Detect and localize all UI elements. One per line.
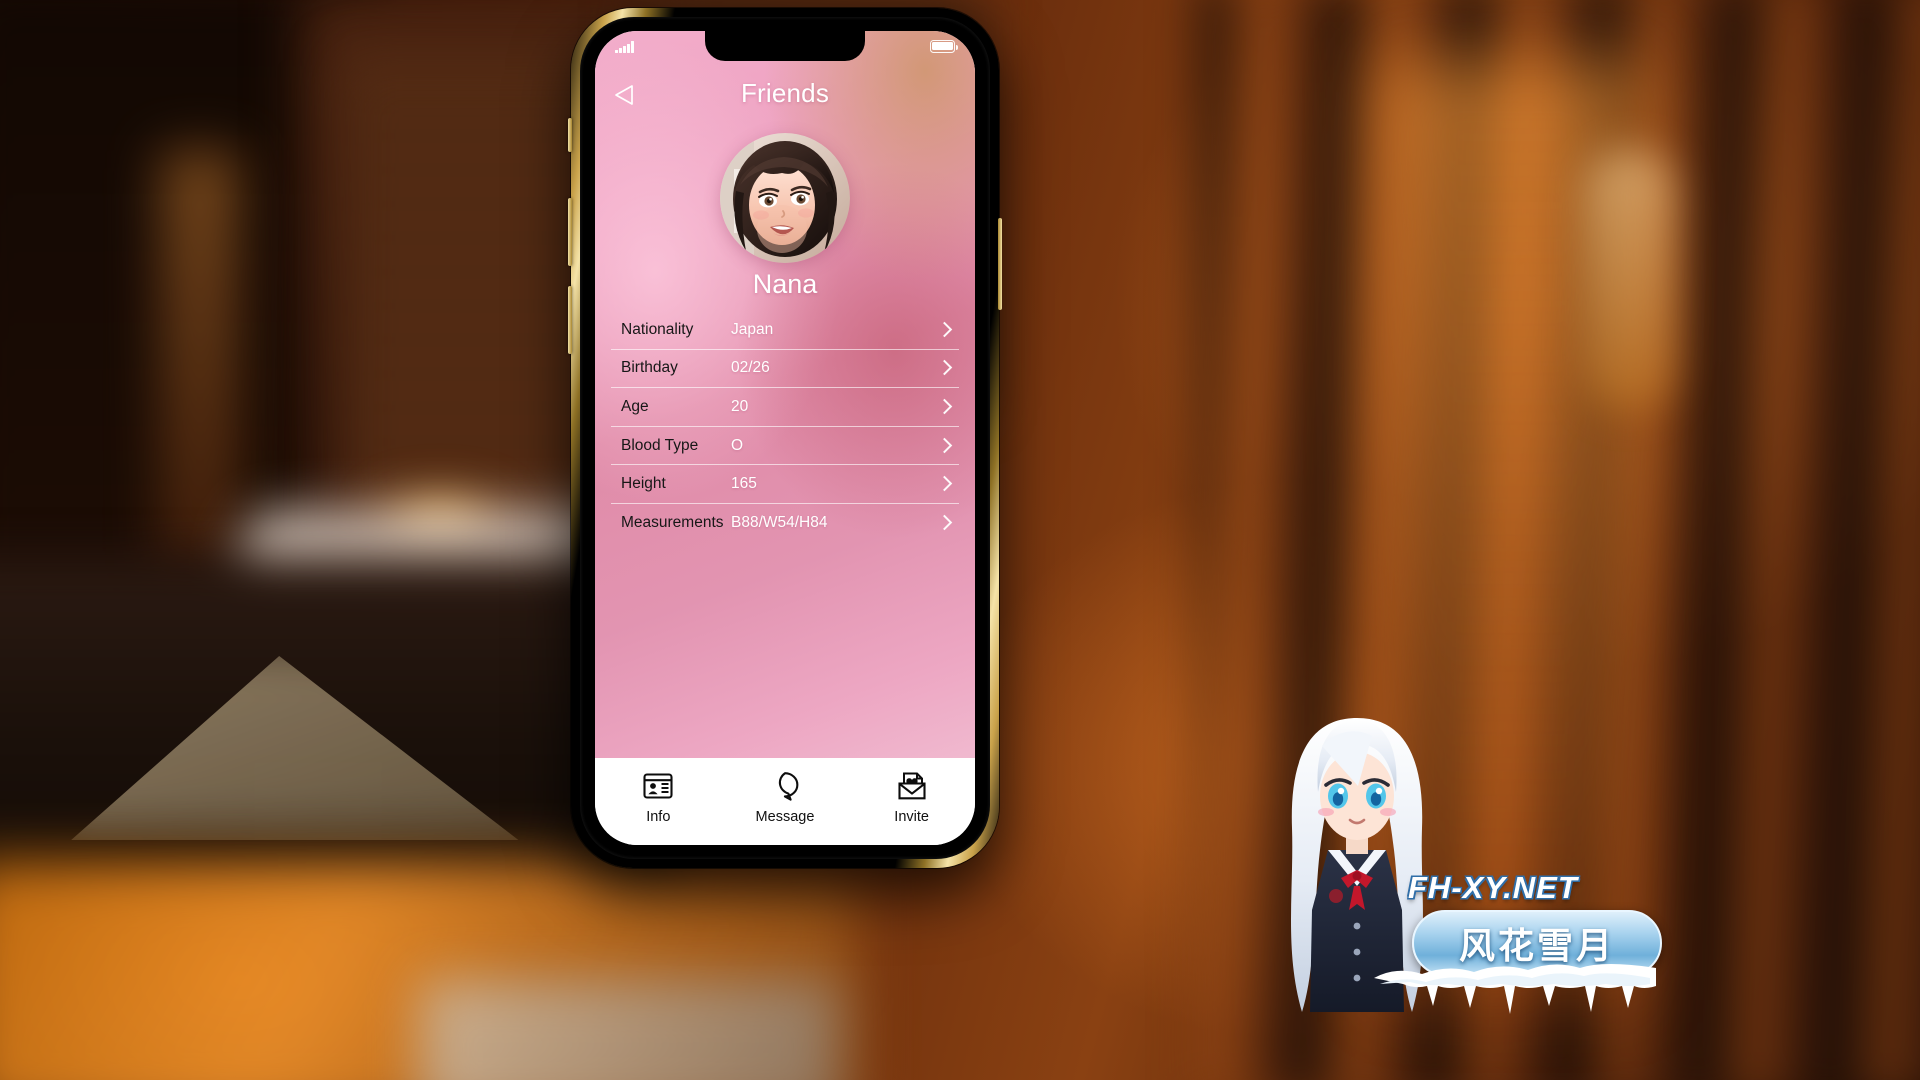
envelope-heart-icon [895,769,929,803]
table-row[interactable]: Height 165 [611,465,959,504]
row-label: Measurements [621,514,724,532]
tab-info[interactable]: Info [595,769,722,825]
bg-door-frame [160,150,240,570]
id-card-icon [641,769,675,803]
table-row[interactable]: Measurements B88/W54/H84 [611,504,959,543]
row-value: 02/26 [731,359,770,377]
snow-icicles-graphic [1374,964,1656,1014]
power-button[interactable] [998,218,1002,310]
bg-floor-panel [420,980,840,1080]
row-value: 165 [731,475,757,493]
chevron-right-icon [935,398,953,416]
chevron-right-icon [935,321,953,339]
row-label: Height [621,475,666,493]
volume-down-button[interactable] [568,286,572,354]
signal-bars-icon [615,41,634,53]
bg-lamp-glow [1585,150,1675,410]
row-label: Nationality [621,320,694,338]
phone-screen: Friends Nana Nationality Japan Birthday … [595,31,975,845]
row-value: B88/W54/H84 [731,514,828,532]
tab-invite[interactable]: Invite [848,769,975,825]
tab-label: Info [646,809,671,825]
table-row[interactable]: Blood Type O [611,427,959,466]
watermark: FH-XY.NET 风花雪月 [1262,700,1662,1080]
watermark-site-text: FH-XY.NET [1408,870,1578,905]
device-notch [705,31,865,61]
chevron-right-icon [935,514,953,532]
profile-name: Nana [752,269,818,299]
chevron-right-icon [935,475,953,493]
row-label: Blood Type [621,436,699,454]
screenshot-stage: Friends Nana Nationality Japan Birthday … [0,0,1920,1080]
row-label: Age [621,397,649,415]
chevron-right-icon [935,359,953,377]
chevron-right-icon [935,437,953,455]
row-value: 20 [731,397,749,415]
avatar[interactable] [720,133,850,263]
tab-label: Message [755,809,815,825]
table-row[interactable]: Birthday 02/26 [611,350,959,389]
speech-bubble-icon [768,769,802,803]
bottom-tab-bar: Info Message Invite [595,758,975,845]
volume-up-button[interactable] [568,198,572,266]
row-value: Japan [731,320,774,338]
table-row[interactable]: Age 20 [611,388,959,427]
silent-switch[interactable] [568,118,572,152]
phone-device: Friends Nana Nationality Japan Birthday … [568,8,1002,868]
table-row[interactable]: Nationality Japan [611,311,959,350]
page-title: Friends [740,78,830,108]
profile-info-list: Nationality Japan Birthday 02/26 Age 20 … [611,311,959,543]
nav-bar: Friends [595,71,975,121]
row-value: O [731,436,744,454]
row-label: Birthday [621,359,678,377]
battery-full-icon [930,40,959,53]
tab-message[interactable]: Message [722,769,849,825]
tab-label: Invite [894,809,929,825]
